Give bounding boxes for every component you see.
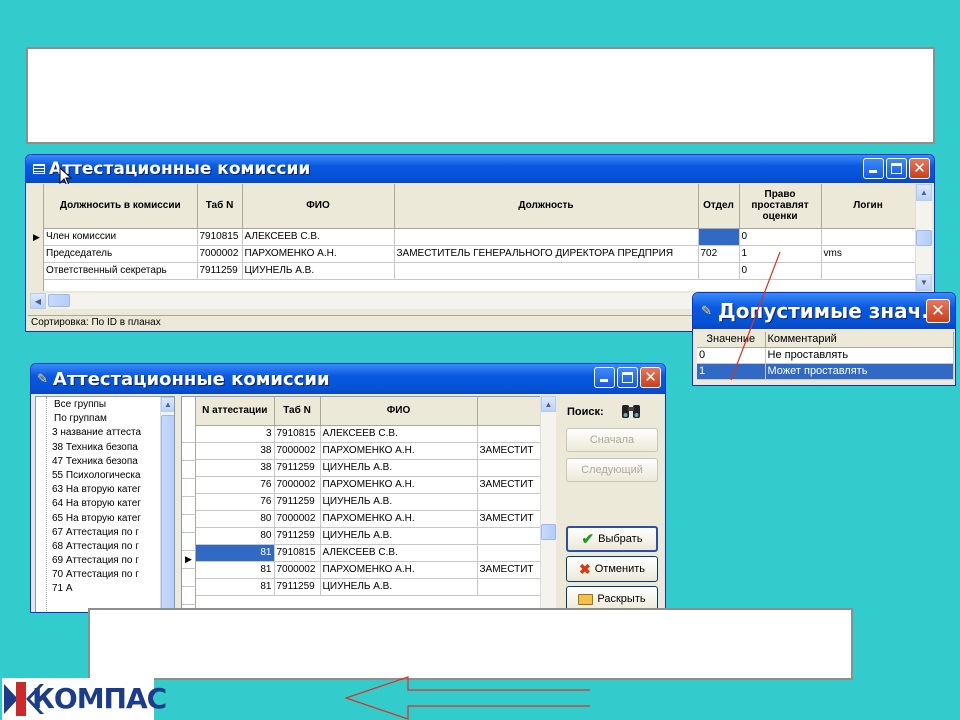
kompas-logo: КОМПАС <box>2 678 167 720</box>
annotation-connector-line <box>344 251 781 720</box>
annotation-arrow-left <box>344 676 590 720</box>
logo-text: КОМПАС <box>32 682 167 715</box>
